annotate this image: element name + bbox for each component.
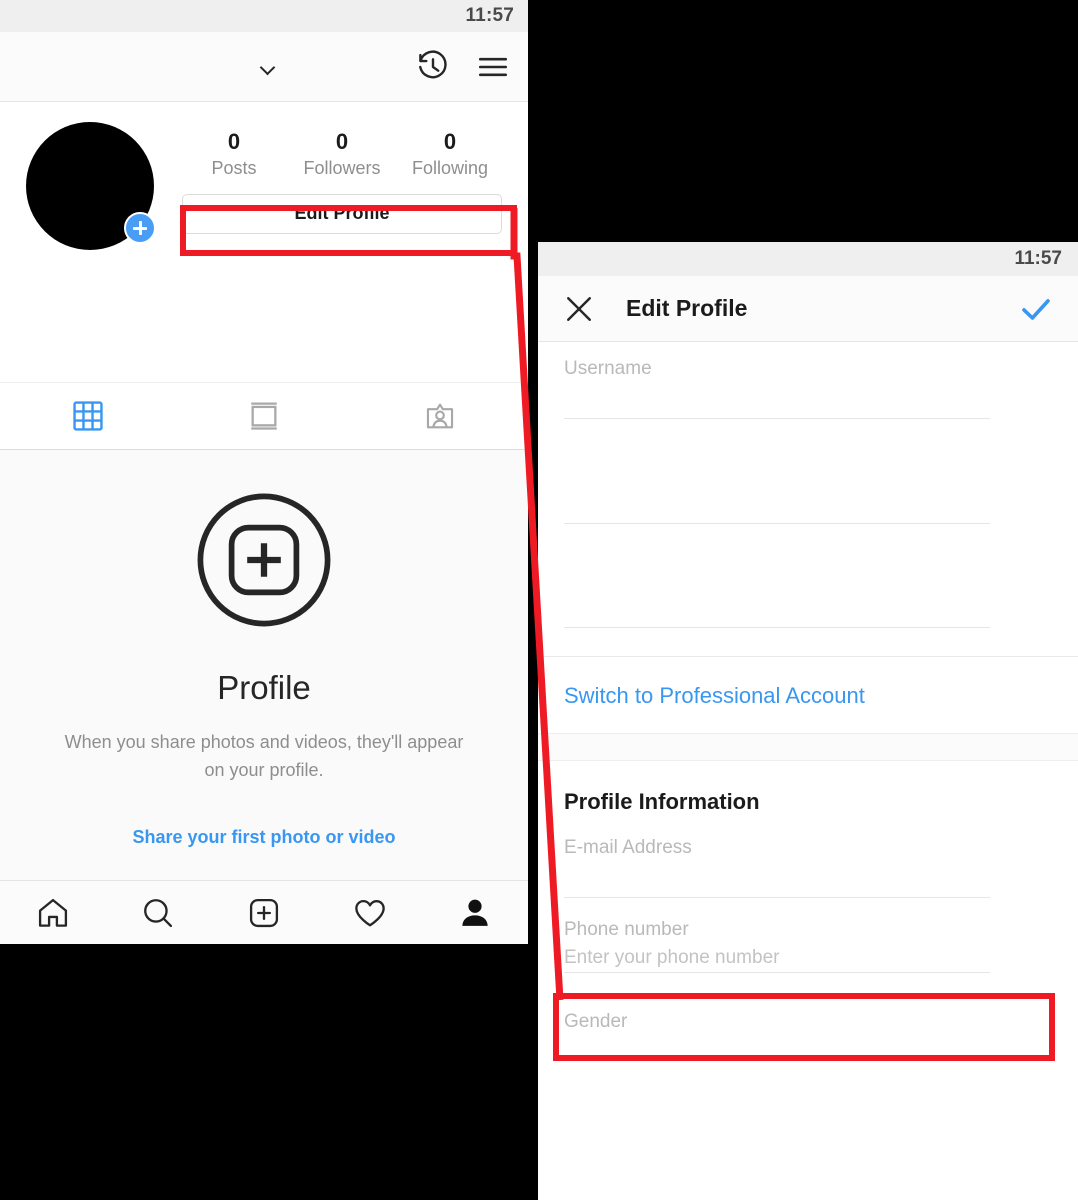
switch-professional-account-link[interactable]: Switch to Professional Account (538, 657, 1078, 733)
add-photo-circle-icon[interactable] (192, 488, 336, 637)
stat-followers-label: Followers (303, 157, 381, 178)
field-username-label: Username (564, 358, 652, 379)
field-phone-number-placeholder: Enter your phone number (564, 947, 780, 968)
field-row-3-label (564, 524, 1052, 540)
reels-tab[interactable] (176, 383, 352, 449)
profile-stats-column: 0 Posts 0 Followers 0 Following Edit Pro… (154, 122, 510, 250)
tagged-tab[interactable] (352, 383, 528, 449)
right-status-bar-clock: 11:57 (1014, 248, 1062, 269)
nav-search[interactable] (106, 895, 212, 931)
edit-profile-app-bar: Edit Profile (538, 276, 1078, 342)
stat-posts[interactable]: 0 Posts (189, 128, 279, 180)
share-first-photo-link[interactable]: Share your first photo or video (132, 827, 395, 848)
stat-followers-value: 0 (335, 129, 349, 154)
nav-activity[interactable] (317, 895, 423, 931)
profile-tab-bar (0, 382, 528, 450)
form-spacer (538, 628, 1078, 656)
stat-following-value: 0 (443, 129, 457, 154)
field-gender-label: Gender (564, 1011, 628, 1032)
bottom-navigation-bar (0, 880, 528, 944)
empty-profile-state: Profile When you share photos and videos… (0, 450, 528, 880)
field-username[interactable]: Username (538, 342, 1078, 418)
stat-posts-value: 0 (227, 129, 241, 154)
status-bar-clock: 11:57 (465, 5, 514, 26)
nav-create[interactable] (211, 895, 317, 931)
avatar-container[interactable] (26, 122, 156, 250)
app-bar-actions (416, 50, 510, 84)
stat-following[interactable]: 0 Following (405, 128, 495, 180)
left-status-bar: 11:57 (0, 0, 528, 32)
edit-profile-button[interactable]: Edit Profile (182, 193, 502, 234)
chevron-down-icon[interactable] (261, 60, 275, 74)
field-phone-number-label: Phone number (564, 919, 689, 940)
field-gender[interactable]: Gender (538, 973, 1078, 1053)
field-row-3[interactable] (538, 524, 1078, 627)
profile-app-bar (0, 32, 528, 102)
nav-profile[interactable] (422, 895, 528, 931)
profile-stats-row: 0 Posts 0 Followers 0 Following (174, 122, 510, 180)
field-email[interactable]: E-mail Address (538, 815, 1078, 897)
add-story-plus-badge[interactable] (124, 212, 156, 244)
hamburger-menu-icon[interactable] (476, 50, 510, 84)
profile-information-heading: Profile Information (564, 789, 760, 814)
stat-following-label: Following (411, 157, 489, 178)
field-row-2[interactable] (538, 419, 1078, 523)
stat-followers[interactable]: 0 Followers (297, 128, 387, 180)
edit-profile-title: Edit Profile (626, 295, 748, 321)
empty-state-description: When you share photos and videos, they'l… (64, 732, 464, 780)
close-x-icon[interactable] (562, 292, 596, 326)
field-row-2-label (564, 419, 1052, 435)
section-separator-band (538, 733, 1078, 761)
right-status-bar: 11:57 (538, 242, 1078, 276)
field-phone-number[interactable]: Phone number Enter your phone number (538, 898, 1078, 972)
field-email-label: E-mail Address (564, 837, 692, 858)
nav-home[interactable] (0, 895, 106, 931)
edit-profile-form: Username Switch to Professional Account … (538, 342, 1078, 1053)
stat-posts-label: Posts (211, 157, 257, 178)
clock-history-icon[interactable] (416, 50, 450, 84)
left-phone-screen: 11:57 0 Posts 0 Followers 0 Following Ed… (0, 0, 528, 944)
checkmark-icon[interactable] (1018, 291, 1054, 327)
right-phone-screen: 11:57 Edit Profile Username Switch to Pr… (538, 242, 1078, 1200)
empty-state-title: Profile (217, 669, 311, 706)
profile-header: 0 Posts 0 Followers 0 Following Edit Pro… (0, 102, 528, 250)
grid-tab[interactable] (0, 383, 176, 449)
